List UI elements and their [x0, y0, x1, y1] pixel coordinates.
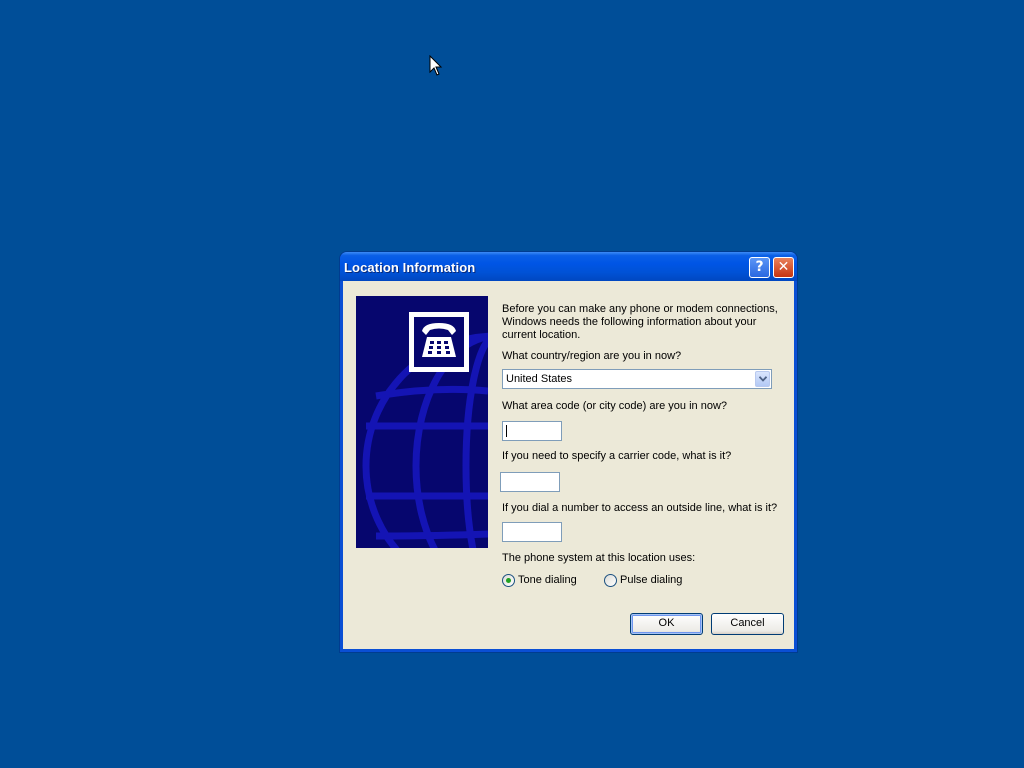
telephone-icon-frame	[409, 312, 469, 372]
country-label: What country/region are you in now?	[502, 350, 682, 362]
dialog-title: Location Information	[344, 260, 476, 275]
chevron-down-icon	[759, 376, 767, 382]
text-caret	[506, 425, 507, 437]
mouse-cursor-icon	[429, 55, 443, 76]
carrier-code-label: If you need to specify a carrier code, w…	[502, 450, 732, 462]
telephone-icon	[422, 323, 456, 357]
tone-dialing-label[interactable]: Tone dialing	[518, 574, 577, 586]
area-code-input[interactable]	[502, 421, 562, 441]
dialog-body: Before you can make any phone or modem c…	[343, 281, 794, 649]
area-code-label: What area code (or city code) are you in…	[502, 400, 728, 412]
cancel-button[interactable]: Cancel	[711, 613, 784, 635]
close-button[interactable]: ✕	[773, 257, 794, 278]
help-button[interactable]: ?	[749, 257, 770, 278]
phone-system-label: The phone system at this location uses:	[502, 552, 696, 564]
radio-selected-dot	[506, 578, 511, 583]
country-value: United States	[506, 373, 573, 385]
banner-image	[356, 296, 488, 548]
help-icon: ?	[755, 259, 764, 275]
intro-text: Before you can make any phone or modem c…	[502, 303, 778, 341]
dropdown-button[interactable]	[755, 371, 770, 387]
ok-button[interactable]: OK	[630, 613, 703, 635]
pulse-dialing-radio[interactable]	[604, 574, 617, 587]
outside-line-label: If you dial a number to access an outsid…	[502, 502, 778, 514]
tone-dialing-radio[interactable]	[502, 574, 515, 587]
outside-line-input[interactable]	[502, 522, 562, 542]
close-icon: ✕	[777, 259, 790, 275]
country-select[interactable]: United States	[502, 369, 772, 389]
pulse-dialing-label[interactable]: Pulse dialing	[620, 574, 682, 586]
title-bar[interactable]: Location Information ? ✕	[340, 252, 797, 281]
location-information-dialog: Location Information ? ✕ Before you can …	[340, 252, 797, 652]
carrier-code-input[interactable]	[500, 472, 560, 492]
